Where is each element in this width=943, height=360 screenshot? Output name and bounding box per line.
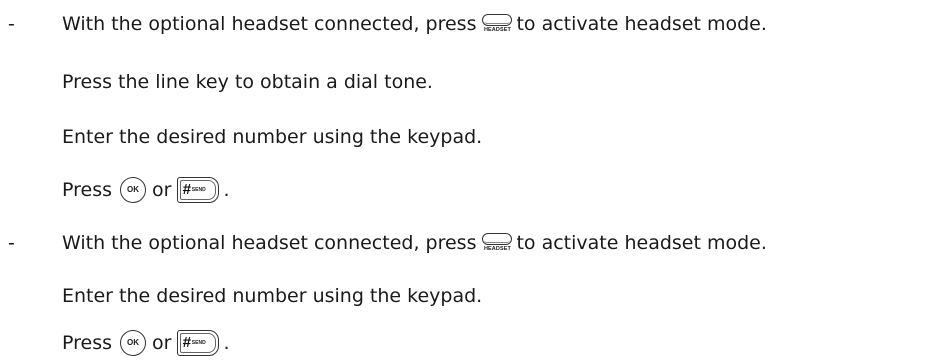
instruction-press-send-1: Press OK or # SEND .	[62, 177, 230, 203]
instruction-enter-number-2: Enter the desired number using the keypa…	[62, 284, 482, 308]
ok-key-icon: OK	[120, 177, 147, 203]
send-caption: SEND	[191, 340, 206, 346]
send-key-icon: # SEND	[177, 330, 220, 356]
instruction-headset-2: With the optional headset connected, pre…	[62, 231, 767, 255]
bullet-dash: -	[8, 232, 15, 254]
instruction-text: or	[152, 332, 172, 354]
instruction-text: Press	[62, 332, 113, 354]
instruction-text: With the optional headset connected, pre…	[62, 232, 477, 254]
instruction-text: Press the line key to obtain a dial tone…	[62, 71, 433, 93]
instruction-text: Enter the desired number using the keypa…	[62, 126, 483, 148]
headset-key-caption: HEADSET	[483, 245, 511, 252]
instruction-line-key: Press the line key to obtain a dial tone…	[62, 70, 433, 94]
headset-key-shape	[482, 232, 513, 245]
headset-key-shape	[482, 13, 513, 26]
hash-symbol: #	[182, 334, 191, 351]
instruction-text: .	[223, 332, 230, 354]
headset-key-icon: HEADSET	[482, 13, 513, 33]
send-caption: SEND	[191, 187, 206, 193]
instruction-text: Press	[62, 179, 113, 201]
instruction-headset-1: With the optional headset connected, pre…	[62, 12, 767, 36]
headset-key-icon: HEADSET	[482, 232, 513, 252]
headset-key-caption: HEADSET	[483, 26, 511, 33]
hash-symbol: #	[182, 181, 191, 198]
instruction-enter-number-1: Enter the desired number using the keypa…	[62, 125, 482, 149]
instruction-text: Enter the desired number using the keypa…	[62, 285, 483, 307]
instruction-text: or	[152, 179, 172, 201]
instruction-press-send-2: Press OK or # SEND .	[62, 330, 230, 356]
instruction-text: to activate headset mode.	[516, 13, 767, 35]
send-key-icon: # SEND	[177, 177, 220, 203]
instruction-text: .	[223, 179, 230, 201]
instruction-text: With the optional headset connected, pre…	[62, 13, 477, 35]
bullet-dash: -	[8, 13, 15, 35]
ok-key-icon: OK	[120, 330, 147, 356]
instruction-text: to activate headset mode.	[516, 232, 767, 254]
